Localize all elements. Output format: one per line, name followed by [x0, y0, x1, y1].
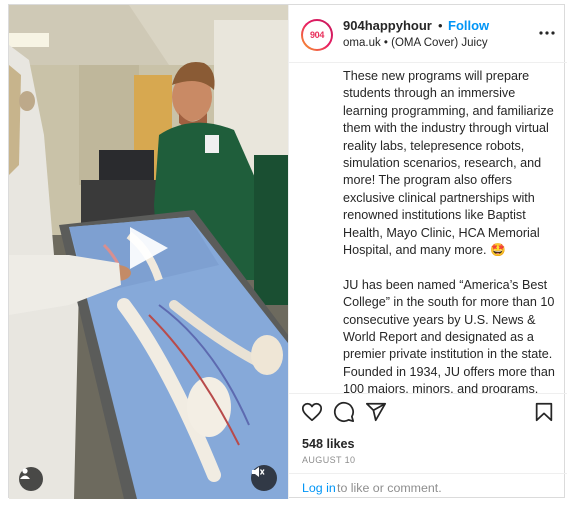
bookmark-icon: [535, 402, 553, 422]
avatar-text: 904: [309, 30, 325, 40]
muted-speaker-icon: [252, 467, 265, 477]
caption-scroll-area[interactable]: These new programs will prepare students…: [289, 64, 567, 394]
post-header: 904 904happyhour • Follow oma.uk • (OMA …: [289, 5, 567, 63]
comment-icon: [333, 401, 355, 423]
post-date[interactable]: AUGUST 10: [302, 455, 355, 465]
save-button[interactable]: [533, 401, 555, 423]
like-button[interactable]: [301, 401, 323, 423]
instagram-post-embed: 904 904happyhour • Follow oma.uk • (OMA …: [8, 4, 567, 499]
username-link[interactable]: 904happyhour: [343, 18, 432, 33]
share-icon: [365, 402, 387, 422]
post-details-panel: 904 904happyhour • Follow oma.uk • (OMA …: [288, 5, 567, 499]
avatar-logo: 904: [303, 21, 331, 49]
more-options-icon: [539, 31, 555, 35]
likes-count[interactable]: 548 likes: [302, 437, 355, 451]
comment-button[interactable]: [333, 401, 355, 423]
heart-icon: [301, 402, 323, 422]
play-icon: [130, 227, 168, 269]
login-prompt-text: to like or comment.: [337, 481, 442, 495]
mute-button[interactable]: [251, 465, 277, 491]
separator-dot: •: [438, 18, 443, 33]
login-link[interactable]: Log in: [302, 481, 336, 495]
user-tag-icon: [20, 468, 30, 479]
play-button[interactable]: [126, 223, 172, 273]
share-button[interactable]: [365, 401, 387, 423]
caption-paragraph: These new programs will prepare students…: [343, 69, 554, 258]
action-bar: [289, 397, 567, 427]
avatar[interactable]: 904: [301, 19, 333, 51]
more-options-button[interactable]: [537, 23, 557, 43]
caption-paragraph: JU has been named “America’s Best Colleg…: [343, 277, 555, 394]
post-caption: These new programs will prepare students…: [343, 68, 555, 394]
follow-button[interactable]: Follow: [448, 18, 489, 33]
login-prompt: Log in to like or comment.: [289, 473, 567, 499]
post-video[interactable]: [9, 5, 288, 499]
audio-attribution-link[interactable]: oma.uk • (OMA Cover) Juicy: [343, 37, 488, 49]
user-tag-button[interactable]: [19, 467, 43, 491]
